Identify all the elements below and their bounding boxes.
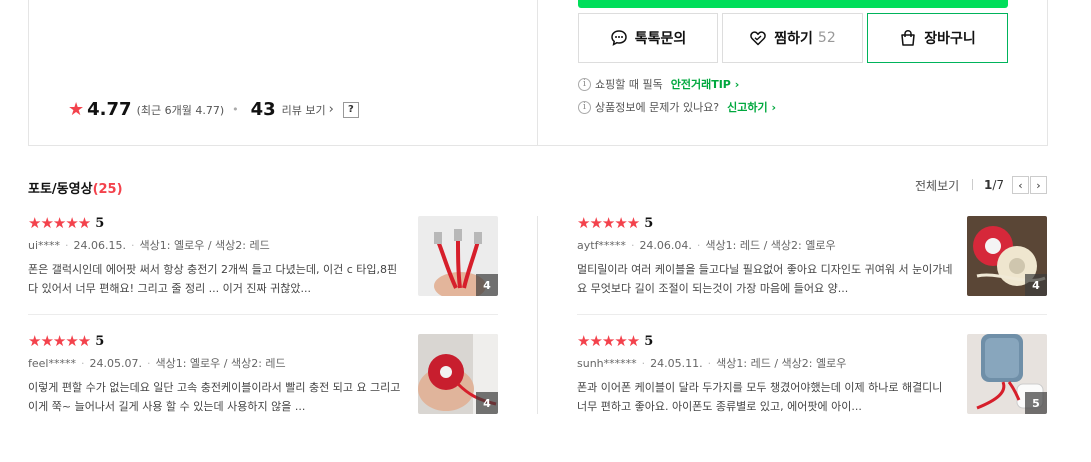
review-user: aytf*****: [577, 239, 626, 252]
review-count: 43: [250, 99, 276, 120]
rating-recent: (최근 6개월 4.77): [136, 103, 225, 117]
review-item[interactable]: ★★★★★ 5 sunh****** · 24.05.11. · 색상1: 레드 / 색…: [577, 334, 1047, 416]
photo-video-count: (25): [92, 182, 123, 197]
review-meta: feel***** · 24.05.07. · 색상1: 옐로우 / 색상2: 레드: [28, 357, 286, 370]
chevron-right-icon: ›: [328, 102, 334, 117]
review-rating: ★★★★★ 5: [577, 332, 654, 350]
shopping-bag-icon: [901, 30, 915, 46]
review-view-label: 리뷰 보기: [281, 103, 326, 117]
rating-summary: ★ 4.77 (최근 6개월 4.77) • 43 리뷰 보기 › ?: [68, 99, 359, 120]
review-user: sunh******: [577, 357, 637, 370]
review-date: 24.06.15.: [73, 239, 127, 252]
star-rating-icons: ★★★★★: [577, 214, 640, 232]
review-text: 폰은 갤럭시인데 에어팟 써서 항상 충전기 2개씩 들고 다녔는데, 이건 c…: [28, 263, 398, 295]
review-photo[interactable]: 4: [418, 216, 498, 296]
cart-label: 장바구니: [924, 31, 976, 47]
review-text: 멀티릴이라 여러 케이블을 들고다닐 필요없어 좋아요 디자인도 귀여워 서 눈…: [577, 263, 953, 295]
zzim-count: 52: [817, 30, 836, 46]
chevron-right-icon: ›: [1036, 178, 1041, 192]
pagination-indicator: 1/7: [984, 178, 1005, 192]
review-options: 색상1: 레드 / 색상2: 옐로우: [705, 239, 836, 252]
photo-video-section-title: 포토/동영상(25): [28, 182, 123, 197]
review-item[interactable]: ★★★★★ 5 feel***** · 24.05.07. · 색상1: 옐로우 / 색…: [28, 334, 498, 416]
review-text: 이렇게 편할 수가 없는데요 일단 고속 충전케이블이라서 빨리 충전 되고 요…: [28, 381, 401, 413]
chevron-left-icon: ‹: [1018, 178, 1023, 192]
review-row-divider: [577, 314, 1047, 315]
review-user: feel*****: [28, 357, 76, 370]
review-item[interactable]: ★★★★★ 5 aytf***** · 24.06.04. · 색상1: 레드 / 색상…: [577, 216, 1047, 298]
report-text: 상품정보에 문제가 있나요?: [595, 101, 720, 114]
talk-talk-label: 톡톡문의: [634, 31, 687, 47]
review-rating: ★★★★★ 5: [28, 332, 105, 350]
review-meta: ui**** · 24.06.15. · 색상1: 옐로우 / 색상2: 레드: [28, 239, 270, 252]
review-meta: sunh****** · 24.05.11. · 색상1: 레드 / 색상2: 옐로우: [577, 357, 847, 370]
review-options: 색상1: 옐로우 / 색상2: 레드: [139, 239, 270, 252]
zzim-label: 찜하기: [774, 31, 813, 47]
review-score: 5: [95, 334, 105, 349]
help-icon[interactable]: ?: [342, 101, 359, 118]
review-score: 5: [644, 216, 654, 231]
review-user: ui****: [28, 239, 61, 252]
review-text: 폰과 이어폰 케이블이 달라 두가지를 모두 챙겼어야했는데 이제 하나로 해결…: [577, 381, 943, 413]
star-rating-icons: ★★★★★: [28, 214, 91, 232]
header-divider: [972, 179, 973, 190]
review-photo[interactable]: 4: [418, 334, 498, 414]
review-view-link[interactable]: 리뷰 보기 ›: [282, 102, 334, 118]
info-icon: i: [578, 100, 591, 114]
review-options: 색상1: 옐로우 / 색상2: 레드: [155, 357, 286, 370]
photo-count-badge: 4: [476, 274, 498, 296]
review-score: 5: [95, 216, 105, 231]
report-info: i 상품정보에 문제가 있나요? 신고하기 ›: [578, 99, 776, 115]
chat-bubble-icon: [610, 30, 627, 46]
rating-separator: •: [232, 103, 239, 116]
review-score: 5: [644, 334, 654, 349]
review-rating: ★★★★★ 5: [28, 214, 105, 232]
summary-divider: [537, 0, 538, 146]
report-link[interactable]: 신고하기 ›: [727, 99, 776, 115]
review-date: 24.06.04.: [639, 239, 692, 252]
safe-trade-info: i 쇼핑할 때 필독 안전거래TIP ›: [578, 76, 739, 92]
review-column-divider: [537, 216, 538, 414]
info-icon: i: [578, 77, 591, 91]
star-rating-icons: ★★★★★: [577, 332, 640, 350]
review-row-divider: [28, 314, 498, 315]
star-rating-icons: ★★★★★: [28, 332, 91, 350]
rating-value: 4.77: [87, 99, 132, 120]
review-photo[interactable]: 5: [967, 334, 1047, 414]
prev-page-button[interactable]: ‹: [1012, 176, 1029, 194]
safe-trade-text: 쇼핑할 때 필독: [595, 78, 663, 91]
review-rating: ★★★★★ 5: [577, 214, 654, 232]
review-options: 색상1: 레드 / 색상2: 옐로우: [716, 357, 847, 370]
safe-trade-tip-link[interactable]: 안전거래TIP ›: [671, 76, 740, 92]
next-page-button[interactable]: ›: [1030, 176, 1047, 194]
buy-button[interactable]: [578, 0, 1008, 8]
review-photo[interactable]: 4: [967, 216, 1047, 296]
photo-count-badge: 4: [476, 392, 498, 414]
heart-icon: [750, 31, 767, 46]
see-all-link[interactable]: 전체보기: [915, 177, 959, 194]
review-item[interactable]: ★★★★★ 5 ui**** · 24.06.15. · 색상1: 옐로우 / 색상2:…: [28, 216, 498, 298]
star-icon: ★: [68, 98, 85, 120]
talk-talk-inquiry-button[interactable]: 톡톡문의: [578, 13, 718, 63]
review-date: 24.05.07.: [89, 357, 142, 370]
zzim-button[interactable]: 찜하기 52: [722, 13, 863, 63]
review-meta: aytf***** · 24.06.04. · 색상1: 레드 / 색상2: 옐로우: [577, 239, 836, 252]
review-date: 24.05.11.: [650, 357, 703, 370]
cart-button[interactable]: 장바구니: [867, 13, 1008, 63]
photo-count-badge: 4: [1025, 274, 1047, 296]
photo-count-badge: 5: [1025, 392, 1047, 414]
